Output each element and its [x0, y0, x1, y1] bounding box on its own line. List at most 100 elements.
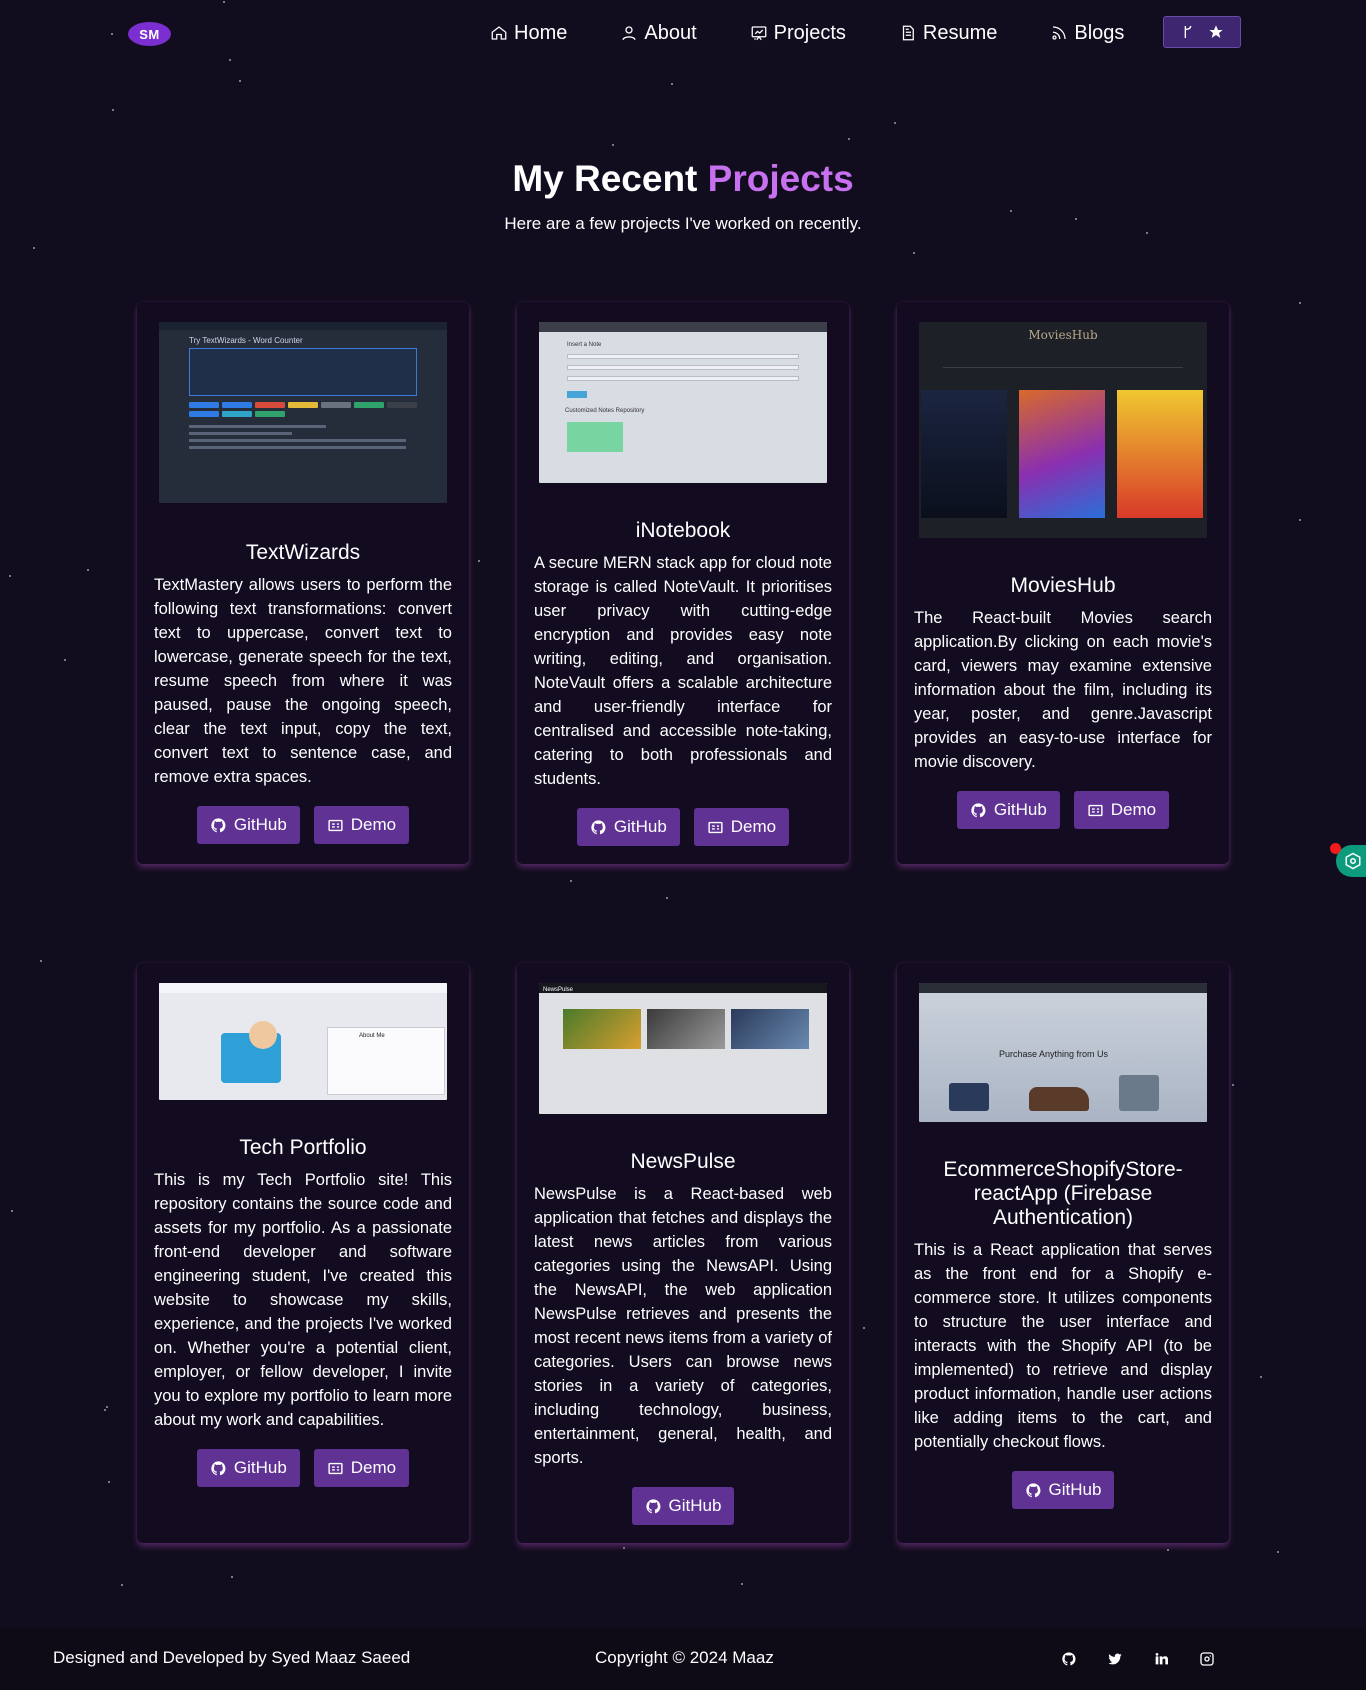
github-button[interactable]: GitHub [1011, 1471, 1115, 1509]
instagram-icon[interactable] [1198, 1650, 1215, 1667]
star [9, 575, 11, 577]
demo-button[interactable]: Demo [693, 808, 790, 846]
star [623, 1547, 625, 1549]
demo-icon [328, 819, 343, 831]
demo-button[interactable]: Demo [1073, 791, 1170, 829]
nav-links: Home About Projects Resume Blogs [490, 18, 1177, 48]
page-subtitle: Here are a few projects I've worked on r… [504, 214, 862, 233]
project-title: MoviesHub [1010, 574, 1116, 597]
github-icon[interactable] [1060, 1650, 1077, 1667]
rss-icon [1052, 26, 1066, 40]
nav-blogs-label: Blogs [1074, 21, 1125, 44]
star [40, 960, 42, 962]
star [913, 252, 915, 254]
github-button-label: GitHub [233, 1458, 287, 1477]
demo-button-label: Demo [350, 1458, 397, 1477]
nav-about[interactable]: About [620, 18, 697, 48]
star [1260, 1376, 1262, 1378]
project-description: TextMastery allows users to perform the … [154, 576, 452, 786]
project-card-ecommerce: Purchase Anything from Us EcommerceShopi… [897, 963, 1229, 1543]
thumbnail-caption: Purchase Anything from Us [999, 1049, 1109, 1059]
project-card-inotebook: Insert a Note Customized Notes Repositor… [517, 302, 849, 864]
nav-blogs[interactable]: Blogs [1050, 18, 1124, 48]
project-card-tech-portfolio: About Me Tech Portfolio This is my Tech … [137, 963, 469, 1543]
logo[interactable]: SM [128, 22, 171, 46]
project-thumbnail: Purchase Anything from Us [919, 983, 1207, 1122]
star [1167, 1549, 1169, 1551]
star-icon [1209, 25, 1223, 38]
star [112, 109, 114, 111]
thumbnail-caption: Insert a Note [567, 342, 602, 348]
github-button[interactable]: GitHub [631, 1487, 735, 1525]
star [666, 897, 668, 899]
project-title: TextWizards [245, 541, 361, 564]
nav-resume-label: Resume [922, 21, 998, 44]
nav-home-label: Home [514, 21, 568, 44]
twitter-icon[interactable] [1106, 1650, 1123, 1667]
project-thumbnail: About Me [159, 983, 447, 1100]
star [863, 1327, 865, 1329]
project-card-textwizards: Try TextWizards - Word Counter TextWizar… [137, 302, 469, 864]
github-button-label: GitHub [668, 1496, 722, 1515]
footer-copyright: Copyright © 2024 Maaz [595, 1648, 774, 1667]
github-button-label: GitHub [993, 800, 1047, 819]
star [570, 880, 572, 882]
nav-resume[interactable]: Resume [899, 18, 997, 48]
nav-projects-label: Projects [773, 21, 846, 44]
github-fork-button[interactable] [1163, 16, 1241, 48]
project-title: NewsPulse [630, 1150, 736, 1173]
thumbnail-caption: MoviesHub [1028, 328, 1098, 342]
star [671, 83, 673, 85]
star [121, 1584, 123, 1586]
section-heading: My Recent Projects Here are a few projec… [0, 158, 1366, 234]
star [478, 560, 480, 562]
nav-projects[interactable]: Projects [750, 18, 846, 48]
star [1232, 1084, 1234, 1086]
demo-button[interactable]: Demo [313, 1449, 410, 1487]
github-button-label: GitHub [613, 817, 667, 836]
github-button-label: GitHub [1048, 1480, 1102, 1499]
hexagon-icon [1345, 852, 1361, 870]
demo-button[interactable]: Demo [313, 806, 410, 844]
page-title: My Recent Projects [0, 158, 1366, 200]
project-thumbnail: MoviesHub [919, 322, 1207, 538]
project-title: Tech Portfolio [239, 1136, 367, 1159]
github-button[interactable]: GitHub [576, 808, 680, 846]
thumbnail-caption: Try TextWizards - Word Counter [189, 336, 303, 345]
title-accent: Projects [707, 158, 854, 199]
thumbnail-caption-2: Customized Notes Repository [565, 408, 645, 414]
title-prefix: My Recent [512, 158, 698, 199]
project-thumbnail: Insert a Note Customized Notes Repositor… [539, 322, 827, 483]
project-title: iNotebook [635, 519, 731, 542]
linkedin-icon[interactable] [1152, 1650, 1169, 1667]
github-icon [211, 1460, 226, 1475]
navbar: SM Home About Projects Resume Blogs [0, 0, 1366, 66]
demo-button-label: Demo [730, 817, 777, 836]
star [231, 1576, 233, 1578]
project-description: NewsPulse is a React-based web applicati… [534, 1185, 832, 1467]
nav-home[interactable]: Home [490, 18, 567, 48]
star [106, 1406, 108, 1408]
nav-about-label: About [644, 21, 697, 44]
demo-icon [328, 1462, 343, 1474]
star [848, 138, 850, 140]
footer-credit: Designed and Developed by Syed Maaz Saee… [53, 1648, 411, 1667]
fork-icon [1184, 25, 1192, 38]
github-button[interactable]: GitHub [196, 1449, 300, 1487]
project-description: This is my Tech Portfolio site! This rep… [154, 1171, 452, 1429]
projects-icon [751, 26, 767, 41]
github-button[interactable]: GitHub [956, 791, 1060, 829]
github-icon [1025, 1482, 1040, 1497]
star [87, 569, 89, 571]
notification-dot [1330, 843, 1341, 854]
demo-button-label: Demo [1110, 800, 1157, 819]
project-description: A secure MERN stack app for cloud note s… [534, 554, 832, 788]
project-card-newspulse: NewsPulse NewsPulse NewsPulse is a React… [517, 963, 849, 1543]
demo-button-label: Demo [350, 815, 397, 834]
project-card-movieshub: MoviesHub MoviesHub The React-built Movi… [897, 302, 1229, 864]
project-thumbnail: NewsPulse [539, 983, 827, 1114]
star [104, 1409, 106, 1411]
demo-icon [1088, 804, 1103, 816]
demo-icon [708, 821, 723, 833]
github-button[interactable]: GitHub [196, 806, 300, 844]
